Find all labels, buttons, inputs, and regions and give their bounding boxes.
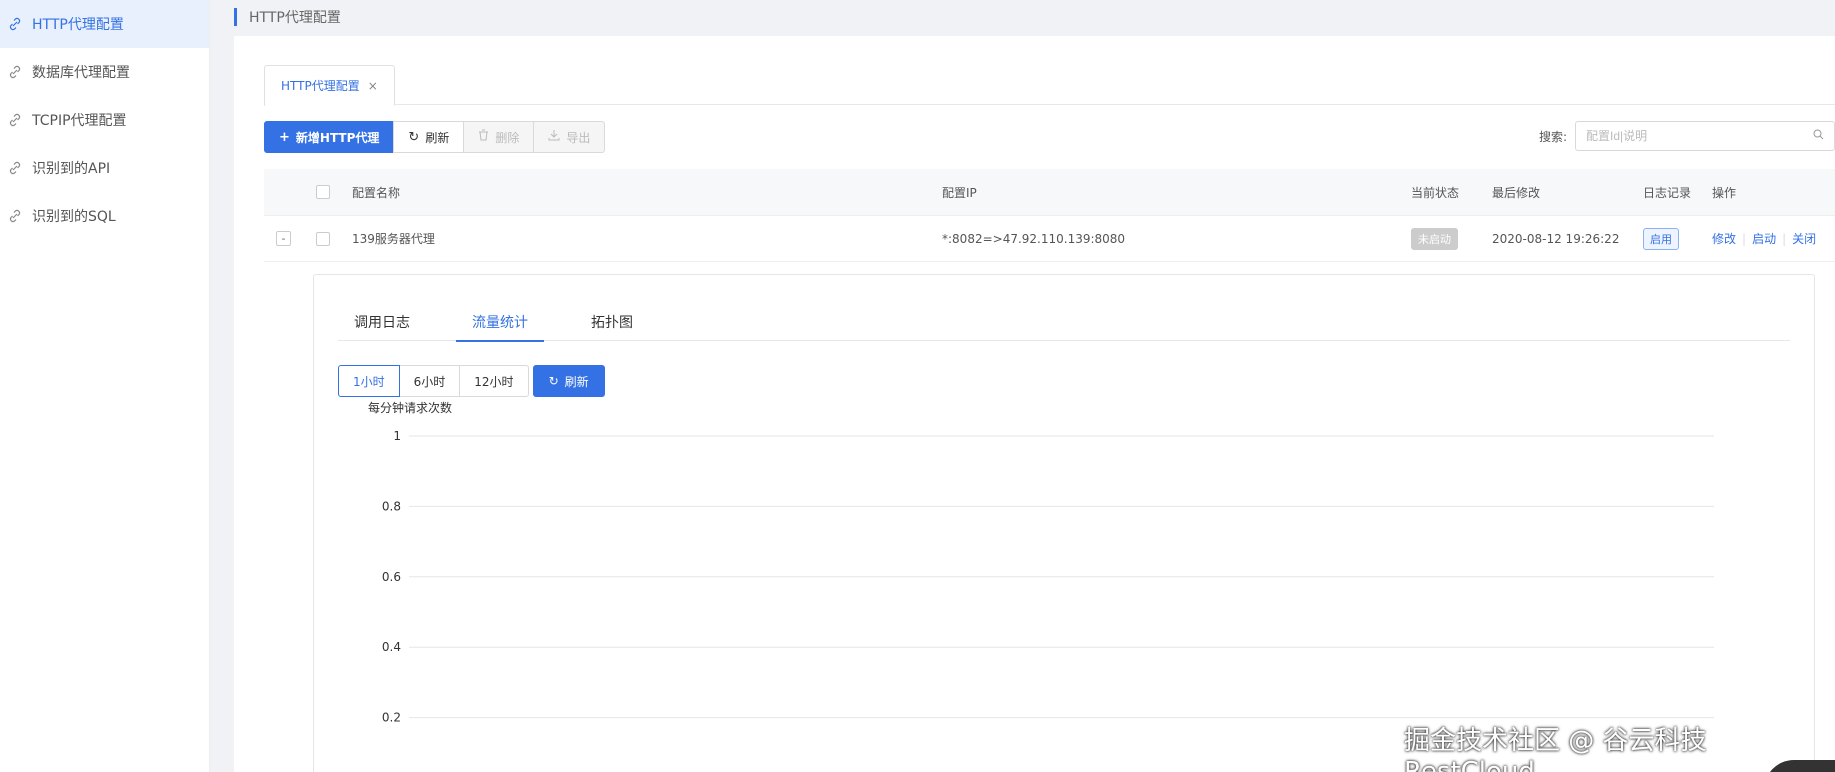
- header-status: 当前状态: [1411, 185, 1460, 200]
- sidebar-item-db-proxy[interactable]: 数据库代理配置: [0, 48, 209, 96]
- add-label: 新增HTTP代理: [295, 130, 380, 145]
- row-detail-panel: 调用日志 流量统计 拓扑图 1小时 6小时 12小时 ↻ 刷新 每分钟请求次数 …: [313, 274, 1815, 772]
- sidebar-item-identified-api[interactable]: 识别到的API: [0, 144, 209, 192]
- close-icon[interactable]: ×: [368, 79, 378, 93]
- sidebar: HTTP代理配置 数据库代理配置 TCPIP代理配置 识别到的API 识别到的S…: [0, 0, 210, 772]
- link-icon: [8, 65, 22, 79]
- traffic-chart: 每分钟请求次数 00.20.40.60.8107/10 14:0407/10 1…: [314, 399, 1816, 772]
- tab-call-log[interactable]: 调用日志: [338, 303, 426, 341]
- header-modified: 最后修改: [1492, 185, 1541, 200]
- add-http-proxy-button[interactable]: + 新增HTTP代理: [264, 121, 395, 153]
- refresh-button[interactable]: ↻ 刷新: [393, 121, 465, 153]
- toolbar: + 新增HTTP代理 ↻ 刷新 删除 导出: [264, 121, 606, 153]
- tab-traffic-stats[interactable]: 流量统计: [456, 303, 544, 342]
- y-tick-label: 0.8: [382, 499, 401, 513]
- search-icon[interactable]: [1813, 129, 1824, 143]
- export-label: 导出: [566, 130, 591, 145]
- y-tick-label: 0.6: [382, 570, 401, 584]
- table-row: - 139服务器代理 *:8082=>47.92.110.139:8080 未启…: [264, 216, 1835, 262]
- range-1h-button[interactable]: 1小时: [338, 365, 400, 397]
- row-checkbox[interactable]: [316, 231, 330, 246]
- close-link[interactable]: 关闭: [1792, 230, 1816, 247]
- detail-tabs: 调用日志 流量统计 拓扑图: [338, 303, 1790, 342]
- table-header: 配置名称 配置IP 当前状态 最后修改 日志记录 操作: [264, 169, 1835, 216]
- tab-label: HTTP代理配置: [281, 79, 360, 93]
- sidebar-item-label: 识别到的API: [32, 161, 111, 177]
- sidebar-item-identified-sql[interactable]: 识别到的SQL: [0, 192, 209, 240]
- tab-bar: HTTP代理配置 ×: [264, 65, 1835, 106]
- start-link[interactable]: 启动: [1752, 230, 1776, 247]
- tab-http-proxy[interactable]: HTTP代理配置 ×: [264, 65, 395, 106]
- delete-button[interactable]: 删除: [463, 121, 535, 153]
- plus-icon: +: [279, 129, 290, 145]
- refresh-icon: ↻: [548, 374, 559, 388]
- header-ip: 配置IP: [942, 185, 977, 200]
- edit-link[interactable]: 修改: [1712, 230, 1736, 247]
- row-ip: *:8082=>47.92.110.139:8080: [942, 231, 1126, 246]
- chart-ylabel: 每分钟请求次数: [368, 401, 453, 415]
- status-badge: 未启动: [1411, 227, 1458, 250]
- refresh-icon: ↻: [408, 129, 420, 145]
- download-icon: [548, 129, 560, 145]
- search-label: 搜索:: [1538, 129, 1567, 144]
- header-ops: 操作: [1712, 185, 1737, 200]
- y-tick-label: 1: [393, 429, 401, 443]
- y-tick-label: 0.2: [382, 711, 401, 725]
- chart-svg: 00.20.40.60.8107/10 14:0407/10 14:0907/1…: [382, 429, 1714, 725]
- divider: |: [1742, 231, 1747, 246]
- sidebar-item-label: 数据库代理配置: [32, 65, 130, 81]
- chart-refresh-label: 刷新: [564, 374, 589, 389]
- time-range-selector: 1小时 6小时 12小时 ↻ 刷新: [338, 365, 605, 397]
- divider: |: [1782, 231, 1787, 246]
- page-title: HTTP代理配置: [249, 10, 341, 26]
- search-box: [1575, 121, 1835, 151]
- search-area: 搜索:: [1539, 121, 1835, 151]
- header-name: 配置名称: [352, 185, 401, 200]
- link-icon: [8, 17, 22, 31]
- row-modified: 2020-08-12 19:26:22: [1492, 231, 1620, 246]
- select-all-checkbox[interactable]: [316, 185, 330, 199]
- range-6h-button[interactable]: 6小时: [398, 365, 461, 397]
- breadcrumb-marker: [234, 8, 237, 26]
- collapse-row-button[interactable]: -: [276, 231, 291, 246]
- link-icon: [8, 209, 22, 223]
- sidebar-item-label: 识别到的SQL: [32, 209, 116, 225]
- sidebar-item-http-proxy[interactable]: HTTP代理配置: [0, 0, 209, 48]
- link-icon: [8, 113, 22, 127]
- watermark: 掘金技术社区 @ 谷云科技RestCloud: [1404, 726, 1707, 772]
- y-tick-label: 0.4: [382, 640, 401, 654]
- sidebar-item-label: TCPIP代理配置: [32, 113, 127, 129]
- tab-topology[interactable]: 拓扑图: [575, 303, 649, 341]
- chart-refresh-button[interactable]: ↻ 刷新: [532, 365, 605, 397]
- export-button[interactable]: 导出: [533, 121, 606, 153]
- range-12h-button[interactable]: 12小时: [459, 365, 529, 397]
- log-badge: 启用: [1643, 227, 1679, 250]
- delete-label: 删除: [495, 130, 520, 145]
- row-name: 139服务器代理: [352, 232, 435, 246]
- refresh-label: 刷新: [425, 130, 450, 145]
- breadcrumb: HTTP代理配置: [234, 0, 1835, 34]
- sidebar-item-label: HTTP代理配置: [32, 17, 124, 33]
- trash-icon: [478, 129, 489, 145]
- sidebar-item-tcpip-proxy[interactable]: TCPIP代理配置: [0, 96, 209, 144]
- link-icon: [8, 161, 22, 175]
- header-log: 日志记录: [1643, 185, 1692, 200]
- search-input[interactable]: [1586, 129, 1786, 143]
